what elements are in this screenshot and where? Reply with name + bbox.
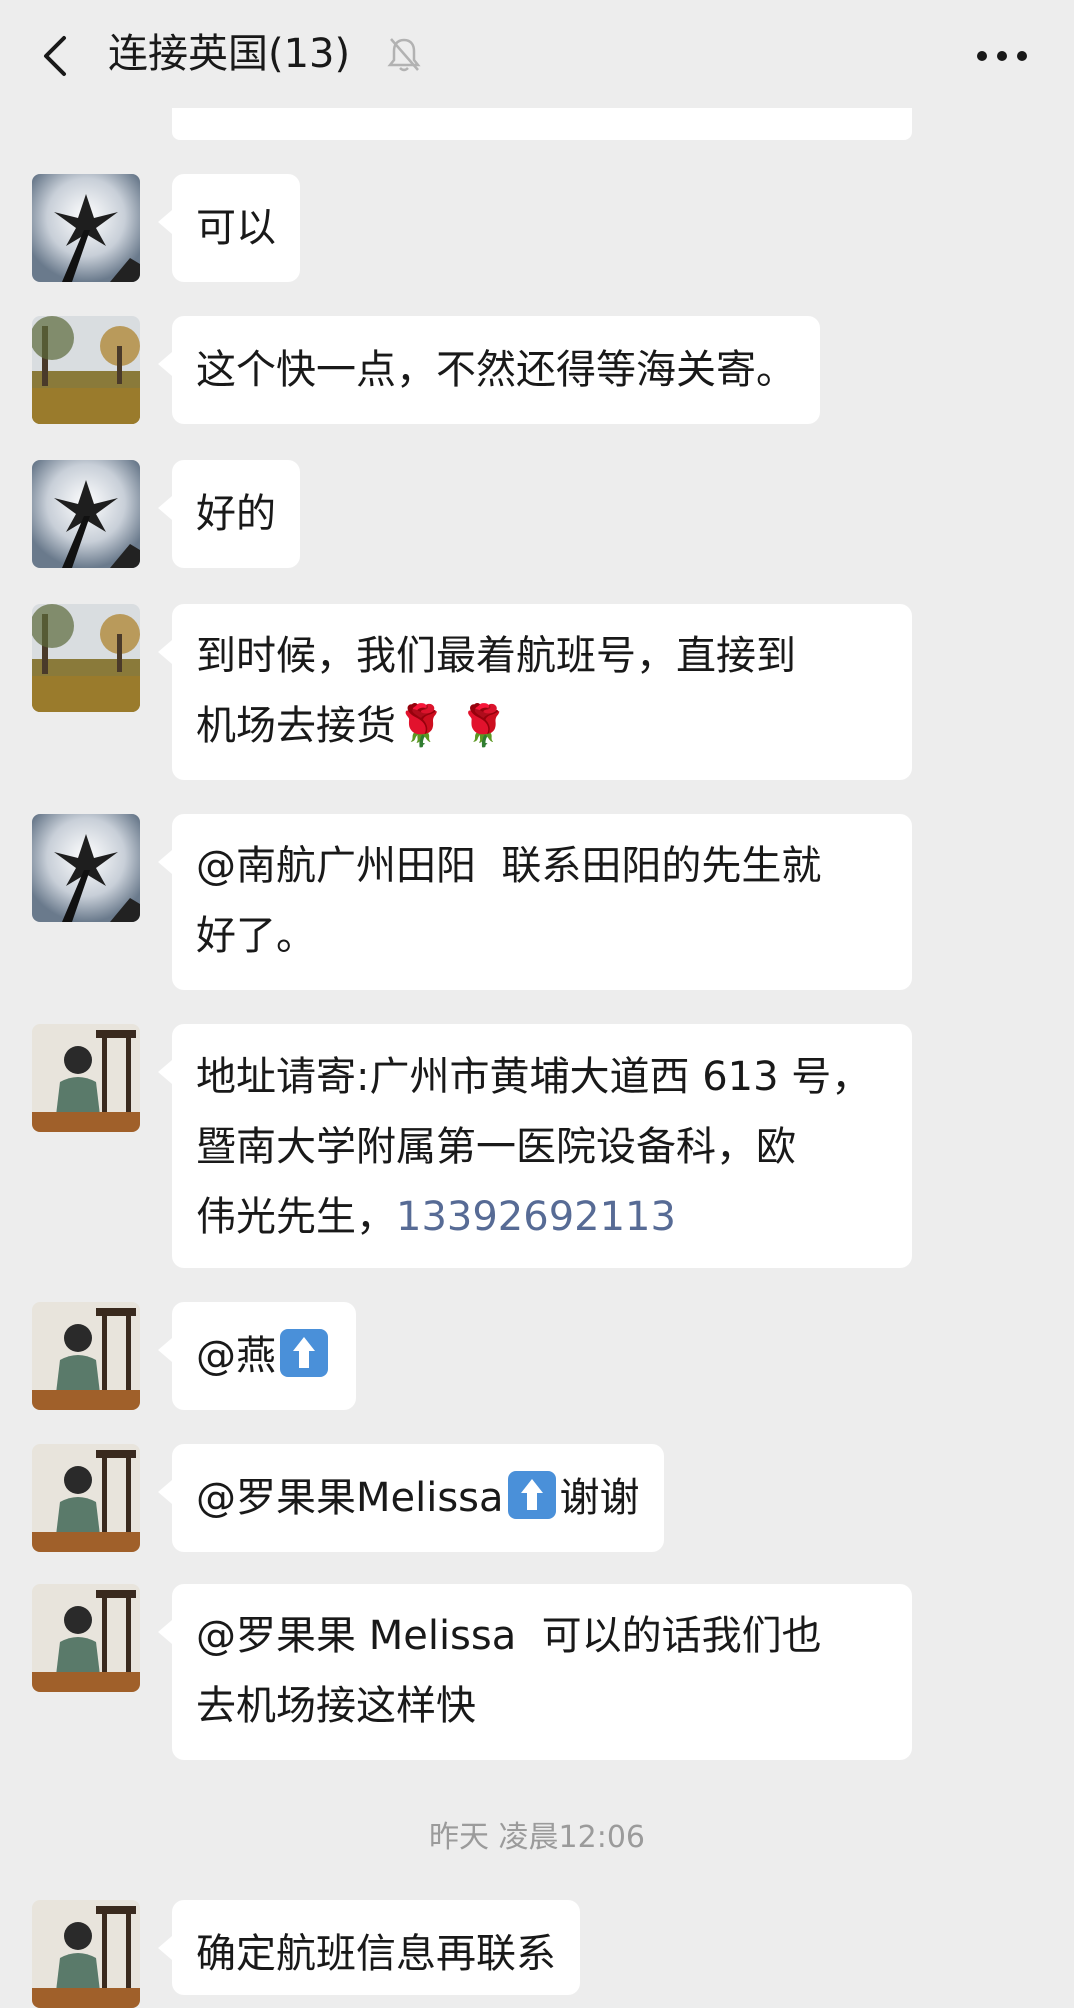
avatar-woman-pavilion[interactable]	[32, 1900, 140, 2008]
avatar-lily-sculpture[interactable]	[32, 174, 140, 282]
more-dots-icon[interactable]	[970, 38, 1034, 74]
chat-header: 连接英国(13)	[0, 0, 1074, 108]
message-bubble[interactable]: @罗果果 Melissa 可以的话我们也 去机场接这样快	[158, 1584, 912, 1760]
avatar-woman-pavilion[interactable]	[32, 1302, 140, 1410]
avatar-woman-pavilion[interactable]	[32, 1024, 140, 1132]
message-text: 这个快一点，不然还得等海关寄。	[196, 347, 796, 393]
avatar-woman-pavilion[interactable]	[32, 1584, 140, 1692]
message-text: 确定航班信息再联系	[196, 1931, 556, 1977]
phone-link[interactable]: 13392692113	[396, 1194, 676, 1240]
message-text: @南航广州田阳 联系田阳的先生就 好了。	[196, 843, 822, 959]
avatar-autumn-park[interactable]	[32, 316, 140, 424]
message-text: 好的	[196, 491, 276, 537]
avatar-woman-pavilion[interactable]	[32, 1444, 140, 1552]
message-text: @罗果果Melissa	[196, 1475, 504, 1521]
message-text-line2: 机场去接货	[196, 703, 396, 749]
message-bubble[interactable]: @南航广州田阳 联系田阳的先生就 好了。	[158, 814, 912, 990]
message-text-suffix: 谢谢	[559, 1475, 640, 1521]
up-arrow-emoji-icon	[280, 1329, 328, 1377]
message-bubble[interactable]: @燕	[158, 1302, 356, 1410]
message-text: 可以	[196, 205, 276, 251]
message-bubble[interactable]: 地址请寄:广州市黄埔大道西 613 号， 暨南大学附属第一医院设备科，欧 伟光先…	[158, 1024, 912, 1268]
message-bubble[interactable]: 这个快一点，不然还得等海关寄。	[158, 316, 820, 424]
rose-emoji: 🌹 🌹	[396, 703, 509, 749]
message-bubble[interactable]: 确定航班信息再联系	[158, 1900, 580, 1995]
message-bubble[interactable]: 可以	[158, 174, 300, 282]
chevron-left-icon	[44, 36, 66, 76]
up-arrow-emoji-icon	[507, 1471, 556, 1519]
message-text: @燕	[196, 1333, 276, 1379]
chat-title: 连接英国(13)	[108, 31, 351, 77]
message-text: 到时候，我们最着航班号，直接到	[196, 633, 796, 679]
message-bubble[interactable]: @罗果果Melissa 谢谢	[158, 1444, 664, 1552]
avatar-lily-sculpture[interactable]	[32, 814, 140, 922]
message-timestamp: 昨天 凌晨12:06	[429, 1820, 645, 1855]
avatar-lily-sculpture[interactable]	[32, 460, 140, 568]
message-bubble[interactable]: 好的	[158, 460, 300, 568]
message-bubble[interactable]: 到时候，我们最着航班号，直接到 机场去接货🌹 🌹	[158, 604, 912, 780]
avatar-autumn-park[interactable]	[32, 604, 140, 712]
bell-off-icon	[387, 38, 421, 72]
previous-message-bubble	[172, 108, 912, 140]
back-button[interactable]	[34, 32, 74, 80]
message-text: @罗果果 Melissa 可以的话我们也 去机场接这样快	[196, 1613, 822, 1729]
